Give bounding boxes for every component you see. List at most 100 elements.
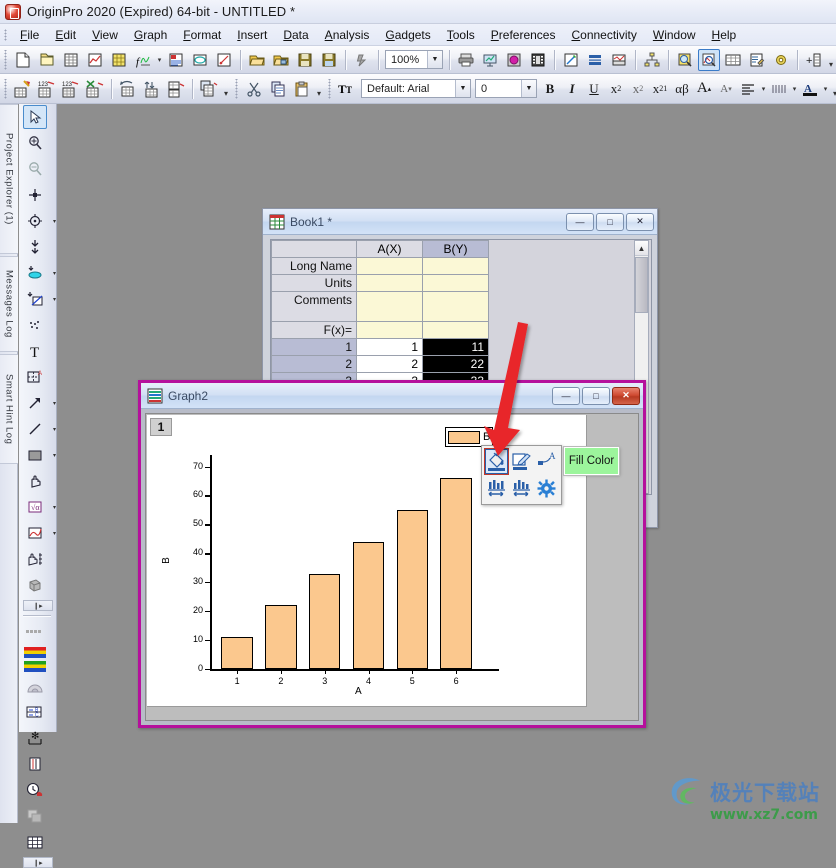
pointer-tool-icon[interactable]: [23, 105, 47, 129]
scroll-up-icon[interactable]: ▲: [635, 241, 648, 256]
new-function-plot-icon[interactable]: f: [132, 49, 154, 71]
book1-close-button[interactable]: ✕: [626, 212, 654, 231]
graph2-window[interactable]: Graph2 — □ ✕ 1 B B A 0 10 20 30 40 50 60 70 1 2 3 4…: [138, 380, 646, 728]
greek-button[interactable]: αβ: [672, 79, 692, 99]
mini-toolbar-popup[interactable]: A: [481, 445, 562, 505]
gear-tools-icon[interactable]: [770, 49, 792, 71]
bar-6[interactable]: [440, 478, 472, 669]
hierarchy-icon[interactable]: [641, 49, 663, 71]
menu-view[interactable]: View: [84, 26, 126, 44]
line-tool-icon[interactable]: [23, 417, 47, 441]
bar-1[interactable]: [221, 637, 253, 669]
bar-4[interactable]: [352, 541, 385, 669]
meta-cell-a-long-name[interactable]: [356, 257, 423, 275]
meta-cell-b-long-name[interactable]: [422, 257, 489, 275]
fill-color-icon[interactable]: [484, 448, 509, 475]
arrow-tool-icon[interactable]: [23, 391, 47, 415]
menu-tools[interactable]: Tools: [439, 26, 483, 44]
superscript-button[interactable]: x2: [606, 79, 626, 99]
layer-contents-icon[interactable]: [584, 49, 606, 71]
regional-data-tool-icon[interactable]: [23, 287, 47, 311]
color-scale-icon[interactable]: [23, 620, 47, 644]
column-header-a[interactable]: A(X): [356, 240, 423, 258]
sub-superscript-button[interactable]: x21: [650, 79, 670, 99]
toolbar-overflow-icon[interactable]: ▾: [830, 79, 836, 99]
chevron-down-icon[interactable]: ▾: [53, 426, 56, 433]
line-style-dropdown-icon[interactable]: ▾: [790, 79, 799, 99]
font-color-dropdown-icon[interactable]: ▾: [821, 79, 830, 99]
dock-messages-log[interactable]: Messages Log: [0, 256, 18, 352]
sort-icon[interactable]: [141, 78, 163, 100]
toolbar-grip[interactable]: [2, 49, 9, 70]
presentation-icon[interactable]: [479, 49, 501, 71]
meta-cell-b-fx[interactable]: [422, 321, 489, 339]
curve-tool-icon[interactable]: [23, 521, 47, 545]
menu-gadgets[interactable]: Gadgets: [377, 26, 438, 44]
bar-5[interactable]: [396, 509, 429, 669]
asterisk-bracket-icon[interactable]: ✻: [23, 726, 47, 750]
toolbar-grip[interactable]: [326, 78, 333, 99]
cell-a1[interactable]: 1: [356, 338, 423, 356]
subscript-button[interactable]: x2: [628, 79, 648, 99]
chevron-down-icon[interactable]: ▾: [53, 296, 56, 303]
graph2-close-button[interactable]: ✕: [612, 386, 640, 405]
new-graph-icon[interactable]: [84, 49, 106, 71]
new-notes-icon[interactable]: [165, 49, 187, 71]
meta-cell-a-units[interactable]: [356, 274, 423, 292]
open-project-icon[interactable]: [36, 49, 58, 71]
merge-graphs-icon[interactable]: [608, 49, 630, 71]
copy-columns-icon[interactable]: [198, 78, 220, 100]
screen-reader-tool-icon[interactable]: [23, 183, 47, 207]
regional-mask-tool-icon[interactable]: [23, 261, 47, 285]
video-builder-icon[interactable]: [527, 49, 549, 71]
copy-icon[interactable]: [267, 78, 289, 100]
cell-a2[interactable]: 2: [356, 355, 423, 373]
toolbar-grip[interactable]: [233, 78, 240, 99]
menu-file[interactable]: File: [12, 26, 47, 44]
border-color-icon[interactable]: [509, 448, 534, 475]
zoom-level-combo[interactable]: 100% ▼: [385, 50, 443, 69]
line-style-icon[interactable]: [769, 79, 789, 99]
pan-tool-icon[interactable]: [23, 469, 47, 493]
gradient-icon[interactable]: [23, 674, 47, 698]
toolbar-overflow-icon[interactable]: ▾: [314, 79, 324, 99]
palette-expander-icon[interactable]: ❙▸: [23, 857, 53, 868]
font-name-combo[interactable]: Default: Arial ▼: [361, 79, 471, 98]
underline-button[interactable]: U: [584, 79, 604, 99]
bar-offset-icon[interactable]: [509, 475, 534, 502]
chevron-down-icon[interactable]: ▼: [427, 51, 442, 68]
add-layer-icon[interactable]: +: [803, 49, 825, 71]
toolbar-overflow-icon[interactable]: ▾: [221, 79, 231, 99]
book1-restore-button[interactable]: □: [596, 212, 624, 231]
3d-rotate-tool-icon[interactable]: [23, 573, 47, 597]
decrease-font-button[interactable]: A ▾: [716, 79, 736, 99]
dock-smart-hint-log[interactable]: Smart Hint Log: [0, 354, 18, 464]
plot-properties-icon[interactable]: [534, 475, 559, 502]
menu-connectivity[interactable]: Connectivity: [563, 26, 644, 44]
mask-icon[interactable]: [560, 49, 582, 71]
export-image-icon[interactable]: [503, 49, 525, 71]
insert-row-icon[interactable]: 123: [60, 78, 82, 100]
menu-window[interactable]: Window: [645, 26, 704, 44]
meta-cell-b-comments[interactable]: [422, 291, 489, 322]
chevron-down-icon[interactable]: ▾: [53, 530, 56, 537]
zoom-out-tool-icon[interactable]: [23, 157, 47, 181]
align-icon[interactable]: [738, 79, 758, 99]
equation-tool-icon[interactable]: √α: [23, 495, 47, 519]
open-template-icon[interactable]: [270, 49, 292, 71]
scatter-tool-icon[interactable]: [23, 313, 47, 337]
book1-minimize-button[interactable]: —: [566, 212, 594, 231]
paste-icon[interactable]: [291, 78, 313, 100]
clock-stamp-icon[interactable]: [23, 778, 47, 802]
rectangle-tool-icon[interactable]: [23, 443, 47, 467]
duplicate-icon[interactable]: [23, 804, 47, 828]
add-label-icon[interactable]: A: [534, 448, 559, 475]
cut-icon[interactable]: [243, 78, 265, 100]
graph2-restore-button[interactable]: □: [582, 386, 610, 405]
increase-font-button[interactable]: A ▴: [694, 79, 714, 99]
edit-mode-icon[interactable]: [746, 49, 768, 71]
align-dropdown-icon[interactable]: ▾: [759, 79, 768, 99]
meta-cell-b-units[interactable]: [422, 274, 489, 292]
menu-format[interactable]: Format: [175, 26, 229, 44]
new-column-icon[interactable]: [12, 78, 34, 100]
